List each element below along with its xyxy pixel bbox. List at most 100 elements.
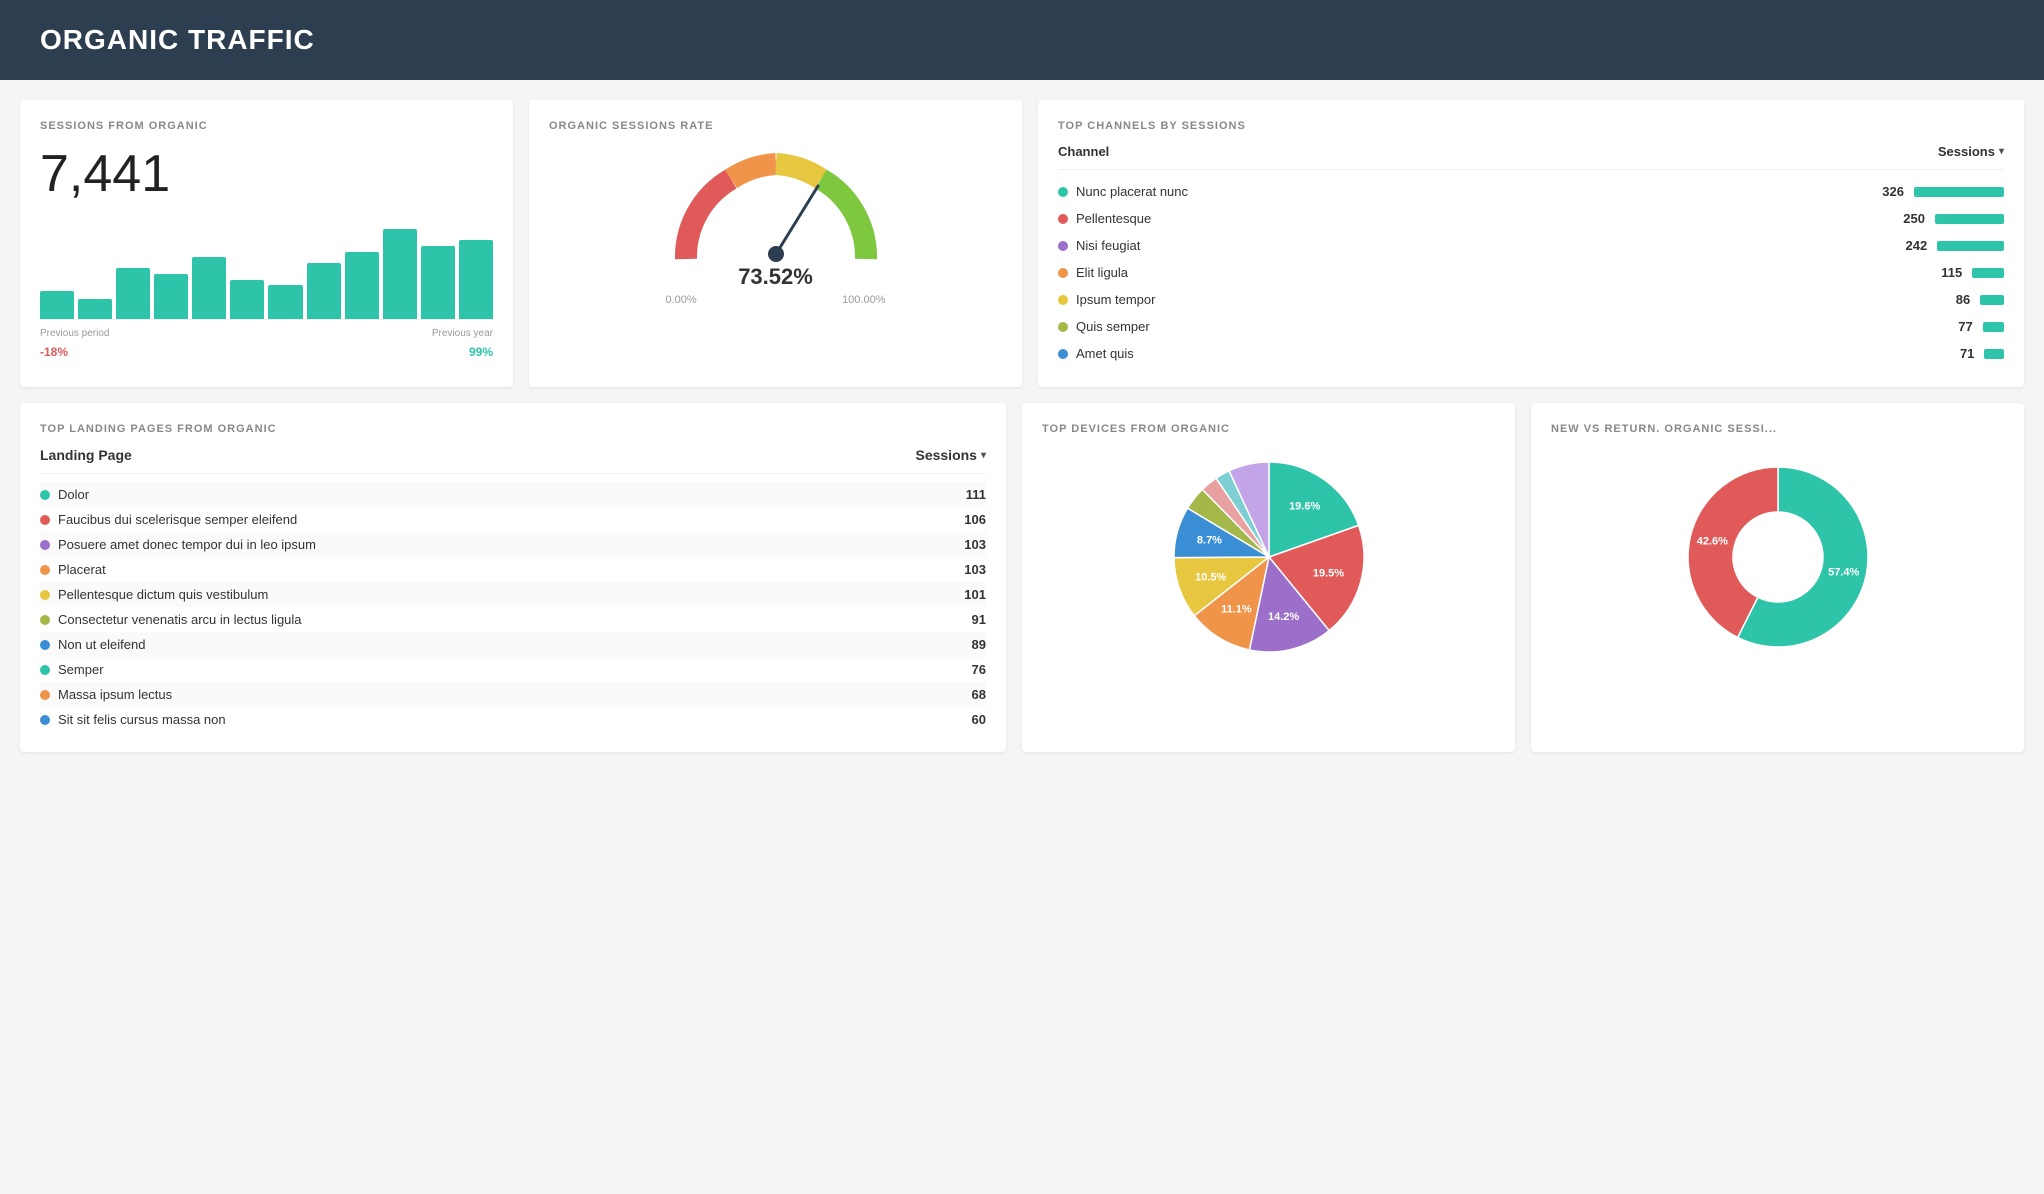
- prev-year-label: Previous year: [432, 328, 493, 339]
- channel-left: Nisi feugiat: [1058, 238, 1140, 253]
- channel-name: Pellentesque: [1076, 211, 1151, 226]
- channel-left: Nunc placerat nunc: [1058, 184, 1188, 199]
- lp-value: 106: [964, 512, 986, 527]
- prev-year-change: 99%: [469, 345, 493, 359]
- lp-dot: [40, 690, 50, 700]
- pie-label: 10.5%: [1195, 571, 1226, 583]
- channel-dot: [1058, 268, 1068, 278]
- lp-dot: [40, 665, 50, 675]
- bar: [345, 252, 379, 320]
- lp-value: 101: [964, 587, 986, 602]
- lp-value: 103: [964, 562, 986, 577]
- landing-pages-table: Dolor 111 Faucibus dui scelerisque sempe…: [40, 482, 986, 732]
- pie-label: 57.4%: [1828, 566, 1859, 578]
- devices-pie-svg: 19.6%19.5%14.2%11.1%10.5%8.7%: [1159, 447, 1379, 667]
- lp-dot: [40, 615, 50, 625]
- sessions-bar-chart: [40, 220, 493, 320]
- lp-name: Faucibus dui scelerisque semper eleifend: [58, 512, 297, 527]
- channel-row: Nisi feugiat 242: [1058, 232, 2004, 259]
- channel-mini-bar: [1935, 214, 2004, 224]
- channel-mini-bar: [1914, 187, 2004, 197]
- lp-row: Non ut eleifend 89: [40, 632, 986, 657]
- bar: [268, 285, 302, 319]
- bar-changes: -18% 99%: [40, 345, 493, 359]
- channel-right: 71: [1944, 346, 2004, 361]
- gauge-max: 100.00%: [842, 294, 885, 306]
- channel-value: 250: [1895, 211, 1925, 226]
- lp-value: 111: [966, 487, 986, 502]
- lp-header: Landing Page Sessions ▾: [40, 447, 986, 474]
- top-devices-title: TOP DEVICES FROM ORGANIC: [1042, 423, 1495, 435]
- lp-sessions-header[interactable]: Sessions ▾: [915, 447, 986, 463]
- lp-name: Consectetur venenatis arcu in lectus lig…: [58, 612, 302, 627]
- channel-left: Amet quis: [1058, 346, 1134, 361]
- channel-dot: [1058, 295, 1068, 305]
- lp-left: Semper: [40, 662, 104, 677]
- lp-left: Faucibus dui scelerisque semper eleifend: [40, 512, 297, 527]
- channel-mini-bar: [1980, 295, 2004, 305]
- pie-label: 19.5%: [1312, 568, 1343, 580]
- lp-sort-arrow-icon: ▾: [981, 450, 986, 461]
- lp-name: Posuere amet donec tempor dui in leo ips…: [58, 537, 316, 552]
- lp-value: 103: [964, 537, 986, 552]
- lp-row: Dolor 111: [40, 482, 986, 507]
- top-devices-card: TOP DEVICES FROM ORGANIC 19.6%19.5%14.2%…: [1022, 403, 1515, 752]
- sessions-col-header[interactable]: Sessions ▾: [1938, 144, 2004, 159]
- gauge-percent: 73.52%: [738, 264, 813, 290]
- channel-value: 71: [1944, 346, 1974, 361]
- sessions-from-organic-title: SESSIONS FROM ORGANIC: [40, 120, 493, 132]
- lp-left: Massa ipsum lectus: [40, 687, 172, 702]
- channel-dot: [1058, 322, 1068, 332]
- channel-right: 250: [1895, 211, 2004, 226]
- gauge-svg: [666, 144, 886, 274]
- lp-dot: [40, 540, 50, 550]
- sessions-from-organic-card: SESSIONS FROM ORGANIC 7,441 Previous per…: [20, 100, 513, 387]
- channel-row: Pellentesque 250: [1058, 205, 2004, 232]
- new-vs-return-card: NEW VS RETURN. ORGANIC SESSI... 57.4%42.…: [1531, 403, 2024, 752]
- channel-row: Amet quis 71: [1058, 340, 2004, 367]
- lp-name: Placerat: [58, 562, 106, 577]
- page-title: ORGANIC TRAFFIC: [40, 24, 315, 55]
- lp-dot: [40, 490, 50, 500]
- channel-mini-bar: [1983, 322, 2004, 332]
- lp-row: Placerat 103: [40, 557, 986, 582]
- lp-row: Semper 76: [40, 657, 986, 682]
- lp-dot: [40, 590, 50, 600]
- top-landing-pages-title: TOP LANDING PAGES FROM ORGANIC: [40, 423, 986, 435]
- lp-name: Dolor: [58, 487, 89, 502]
- lp-name: Semper: [58, 662, 104, 677]
- prev-period-change: -18%: [40, 345, 68, 359]
- channel-dot: [1058, 214, 1068, 224]
- channel-mini-bar: [1937, 241, 2004, 251]
- channel-col-header: Channel: [1058, 144, 1109, 159]
- channel-left: Ipsum tempor: [1058, 292, 1155, 307]
- bar-labels: Previous period Previous year: [40, 328, 493, 339]
- channel-left: Quis semper: [1058, 319, 1150, 334]
- bar: [78, 299, 112, 319]
- lp-left: Consectetur venenatis arcu in lectus lig…: [40, 612, 302, 627]
- lp-name: Massa ipsum lectus: [58, 687, 172, 702]
- top-channels-title: TOP CHANNELS BY SESSIONS: [1058, 120, 2004, 132]
- pie-label: 19.6%: [1289, 500, 1320, 512]
- channel-row: Nunc placerat nunc 326: [1058, 178, 2004, 205]
- channel-dot: [1058, 349, 1068, 359]
- channel-mini-bar: [1984, 349, 2004, 359]
- top-landing-pages-card: TOP LANDING PAGES FROM ORGANIC Landing P…: [20, 403, 1006, 752]
- lp-left: Posuere amet donec tempor dui in leo ips…: [40, 537, 316, 552]
- gauge-container: 73.52% 0.00% 100.00%: [549, 144, 1002, 306]
- channel-row: Ipsum tempor 86: [1058, 286, 2004, 313]
- sort-arrow-icon: ▾: [1999, 146, 2004, 157]
- pie-label: 11.1%: [1221, 603, 1252, 615]
- channel-value: 86: [1940, 292, 1970, 307]
- top-channels-card: TOP CHANNELS BY SESSIONS Channel Session…: [1038, 100, 2024, 387]
- channel-name: Nisi feugiat: [1076, 238, 1140, 253]
- bar: [116, 268, 150, 319]
- pie-label: 42.6%: [1696, 535, 1727, 547]
- channels-table: Nunc placerat nunc 326 Pellentesque 250 …: [1058, 178, 2004, 367]
- new-vs-return-container: 57.4% 42.6%: [1551, 447, 2004, 667]
- channel-right: 242: [1897, 238, 2004, 253]
- top-channels-header: Channel Sessions ▾: [1058, 144, 2004, 170]
- lp-dot: [40, 640, 50, 650]
- lp-dot: [40, 715, 50, 725]
- lp-col1-header: Landing Page: [40, 447, 132, 463]
